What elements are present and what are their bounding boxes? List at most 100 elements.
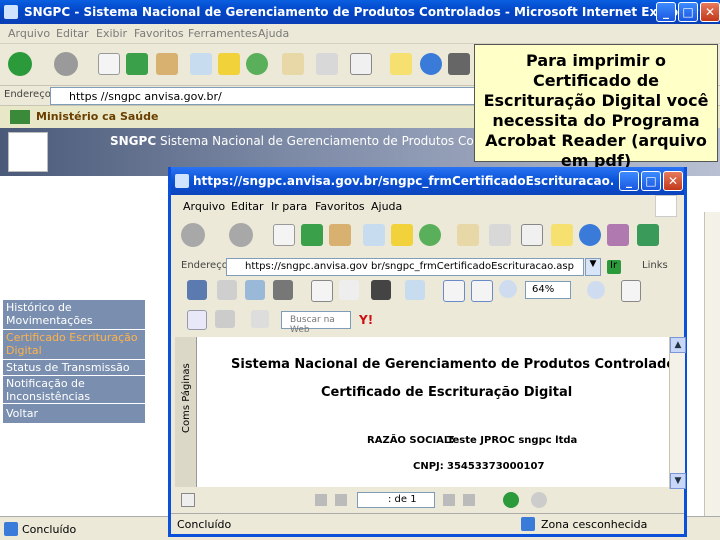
find-icon[interactable]	[273, 280, 293, 300]
razao-social-label: RAZÃO SOCIAL:	[367, 435, 455, 446]
clipboard-icon[interactable]	[251, 310, 269, 328]
zoom-field[interactable]: 64%	[525, 281, 571, 299]
next-view-icon[interactable]	[531, 492, 547, 508]
popup-maximize-button[interactable]: □	[641, 171, 661, 191]
popup-menu-arquivo[interactable]: Arquivo	[183, 200, 225, 213]
address-input[interactable]: https //sngpc anvisa.gov.br/	[50, 87, 480, 105]
maximize-button[interactable]: □	[678, 2, 698, 22]
favorites-icon[interactable]	[218, 53, 240, 75]
popup-mail-icon[interactable]	[457, 224, 479, 246]
page-indicator: : de 1	[388, 494, 417, 505]
popup-minimize-button[interactable]: _	[619, 171, 639, 191]
address-dropdown-icon[interactable]: ▼	[585, 258, 601, 276]
nav-status[interactable]: Status de Transmissão	[3, 360, 145, 376]
popup-word-icon[interactable]	[521, 224, 543, 246]
scroll-down-icon[interactable]: ▼	[670, 473, 686, 489]
page-done-icon	[4, 522, 18, 536]
note-icon[interactable]	[390, 53, 412, 75]
fit-width-icon[interactable]	[471, 280, 493, 302]
messenger-icon[interactable]	[420, 53, 442, 75]
popup-zone-text: Zona cesconhecida	[541, 518, 648, 531]
research-icon[interactable]	[448, 53, 470, 75]
zoom-out-icon[interactable]	[499, 280, 517, 298]
nav-certificado[interactable]: Certificado Escrituração Digital	[3, 330, 145, 360]
save-icon[interactable]	[187, 280, 207, 300]
side-tabs[interactable]: Coms Páginas	[181, 363, 192, 433]
menu-ajuda[interactable]: Ajuda	[258, 27, 289, 40]
yahoo-icon[interactable]: Y!	[359, 313, 373, 327]
print-icon[interactable]	[316, 53, 338, 75]
spellcheck-icon[interactable]	[187, 310, 207, 330]
popup-extra-icon[interactable]	[637, 224, 659, 246]
popup-refresh-icon[interactable]	[301, 224, 323, 246]
select-text-icon[interactable]	[339, 280, 359, 300]
menu-favoritos[interactable]: Favoritos	[134, 27, 184, 40]
popup-note-icon[interactable]	[551, 224, 573, 246]
doc-subtitle: Certificado de Escrituração Digital	[321, 385, 573, 400]
nav-notificacao[interactable]: Notificação de Inconsistências	[3, 376, 145, 404]
web-search-field[interactable]: Buscar na Web	[281, 311, 351, 335]
nav-voltar[interactable]: Voltar	[3, 404, 145, 424]
menu-editar[interactable]: Editar	[56, 27, 89, 40]
minimize-button[interactable]: _	[656, 2, 676, 22]
next-page-icon[interactable]	[443, 494, 455, 506]
address-url: https //sngpc anvisa.gov.br/	[69, 90, 222, 103]
zoom-in-icon[interactable]	[405, 280, 425, 300]
menu-exibir[interactable]: Exibir	[96, 27, 127, 40]
actual-size-icon[interactable]	[443, 280, 465, 302]
hand-tool-icon[interactable]	[311, 280, 333, 302]
popup-close-button[interactable]: ✕	[663, 171, 683, 191]
popup-tools-icon[interactable]	[607, 224, 629, 246]
popup-ie-icon	[175, 174, 189, 188]
menu-ferramentas[interactable]: Ferramentes	[188, 27, 257, 40]
popup-back-icon[interactable]	[181, 223, 205, 247]
popup-menu-editar[interactable]: Editar	[231, 200, 264, 213]
email-icon[interactable]	[245, 280, 265, 300]
last-page-icon[interactable]	[463, 494, 475, 506]
popup-menu-ajuda[interactable]: Ajuda	[371, 200, 402, 213]
search-icon[interactable]	[190, 53, 212, 75]
history-icon[interactable]	[246, 53, 268, 75]
popup-menu-favoritos[interactable]: Favoritos	[315, 200, 365, 213]
prev-page-icon[interactable]	[335, 494, 347, 506]
popup-address-input[interactable]: https://sngpc.anvisa.gov br/sngpc_frmCer…	[226, 258, 584, 276]
links-label[interactable]: Links	[642, 260, 668, 271]
popup-favorites-icon[interactable]	[391, 224, 413, 246]
popup-status-text: Concluído	[177, 518, 232, 531]
popup-stop-icon[interactable]	[273, 224, 295, 246]
popup-menu-irpara[interactable]: Ir para	[271, 200, 307, 213]
forward-icon[interactable]	[54, 52, 78, 76]
stop-icon[interactable]	[98, 53, 120, 75]
collapse-panel-icon[interactable]	[181, 493, 195, 507]
popup-search-icon[interactable]	[363, 224, 385, 246]
page-scrollbar[interactable]	[704, 212, 720, 516]
popup-forward-icon[interactable]	[229, 223, 253, 247]
refresh-icon[interactable]	[126, 53, 148, 75]
pdf-scrollbar[interactable]: ▲ ▼	[669, 337, 686, 489]
zone-icon	[521, 517, 535, 531]
popup-history-icon[interactable]	[419, 224, 441, 246]
scroll-up-icon[interactable]: ▲	[670, 337, 686, 353]
mail-icon[interactable]	[282, 53, 304, 75]
home-icon[interactable]	[156, 53, 178, 75]
zoom-plus-icon[interactable]	[587, 281, 605, 299]
nav-historico[interactable]: Histórico de Movimentações	[3, 300, 145, 330]
popup-home-icon[interactable]	[329, 224, 351, 246]
undo-icon[interactable]	[215, 310, 235, 328]
razao-social-value: Teste JPROC sngpc ltda	[447, 435, 578, 446]
popup-messenger-icon[interactable]	[579, 224, 601, 246]
menu-bar: Arquivo Editar Exibir Favoritos Ferramen…	[0, 24, 720, 44]
popup-print-icon[interactable]	[489, 224, 511, 246]
pdf-document: Sistema Nacional de Gerenciamento de Pro…	[197, 337, 683, 487]
back-icon[interactable]	[8, 52, 32, 76]
close-button[interactable]: ✕	[700, 2, 720, 22]
page-options-icon[interactable]	[621, 280, 641, 302]
first-page-icon[interactable]	[315, 494, 327, 506]
previous-view-icon[interactable]	[503, 492, 519, 508]
word-icon[interactable]	[350, 53, 372, 75]
go-button[interactable]: Ir	[610, 260, 617, 271]
acrobat-print-icon[interactable]	[217, 280, 237, 300]
page-number-field[interactable]: : de 1	[357, 492, 435, 508]
snapshot-icon[interactable]	[371, 280, 391, 300]
menu-arquivo[interactable]: Arquivo	[8, 27, 50, 40]
